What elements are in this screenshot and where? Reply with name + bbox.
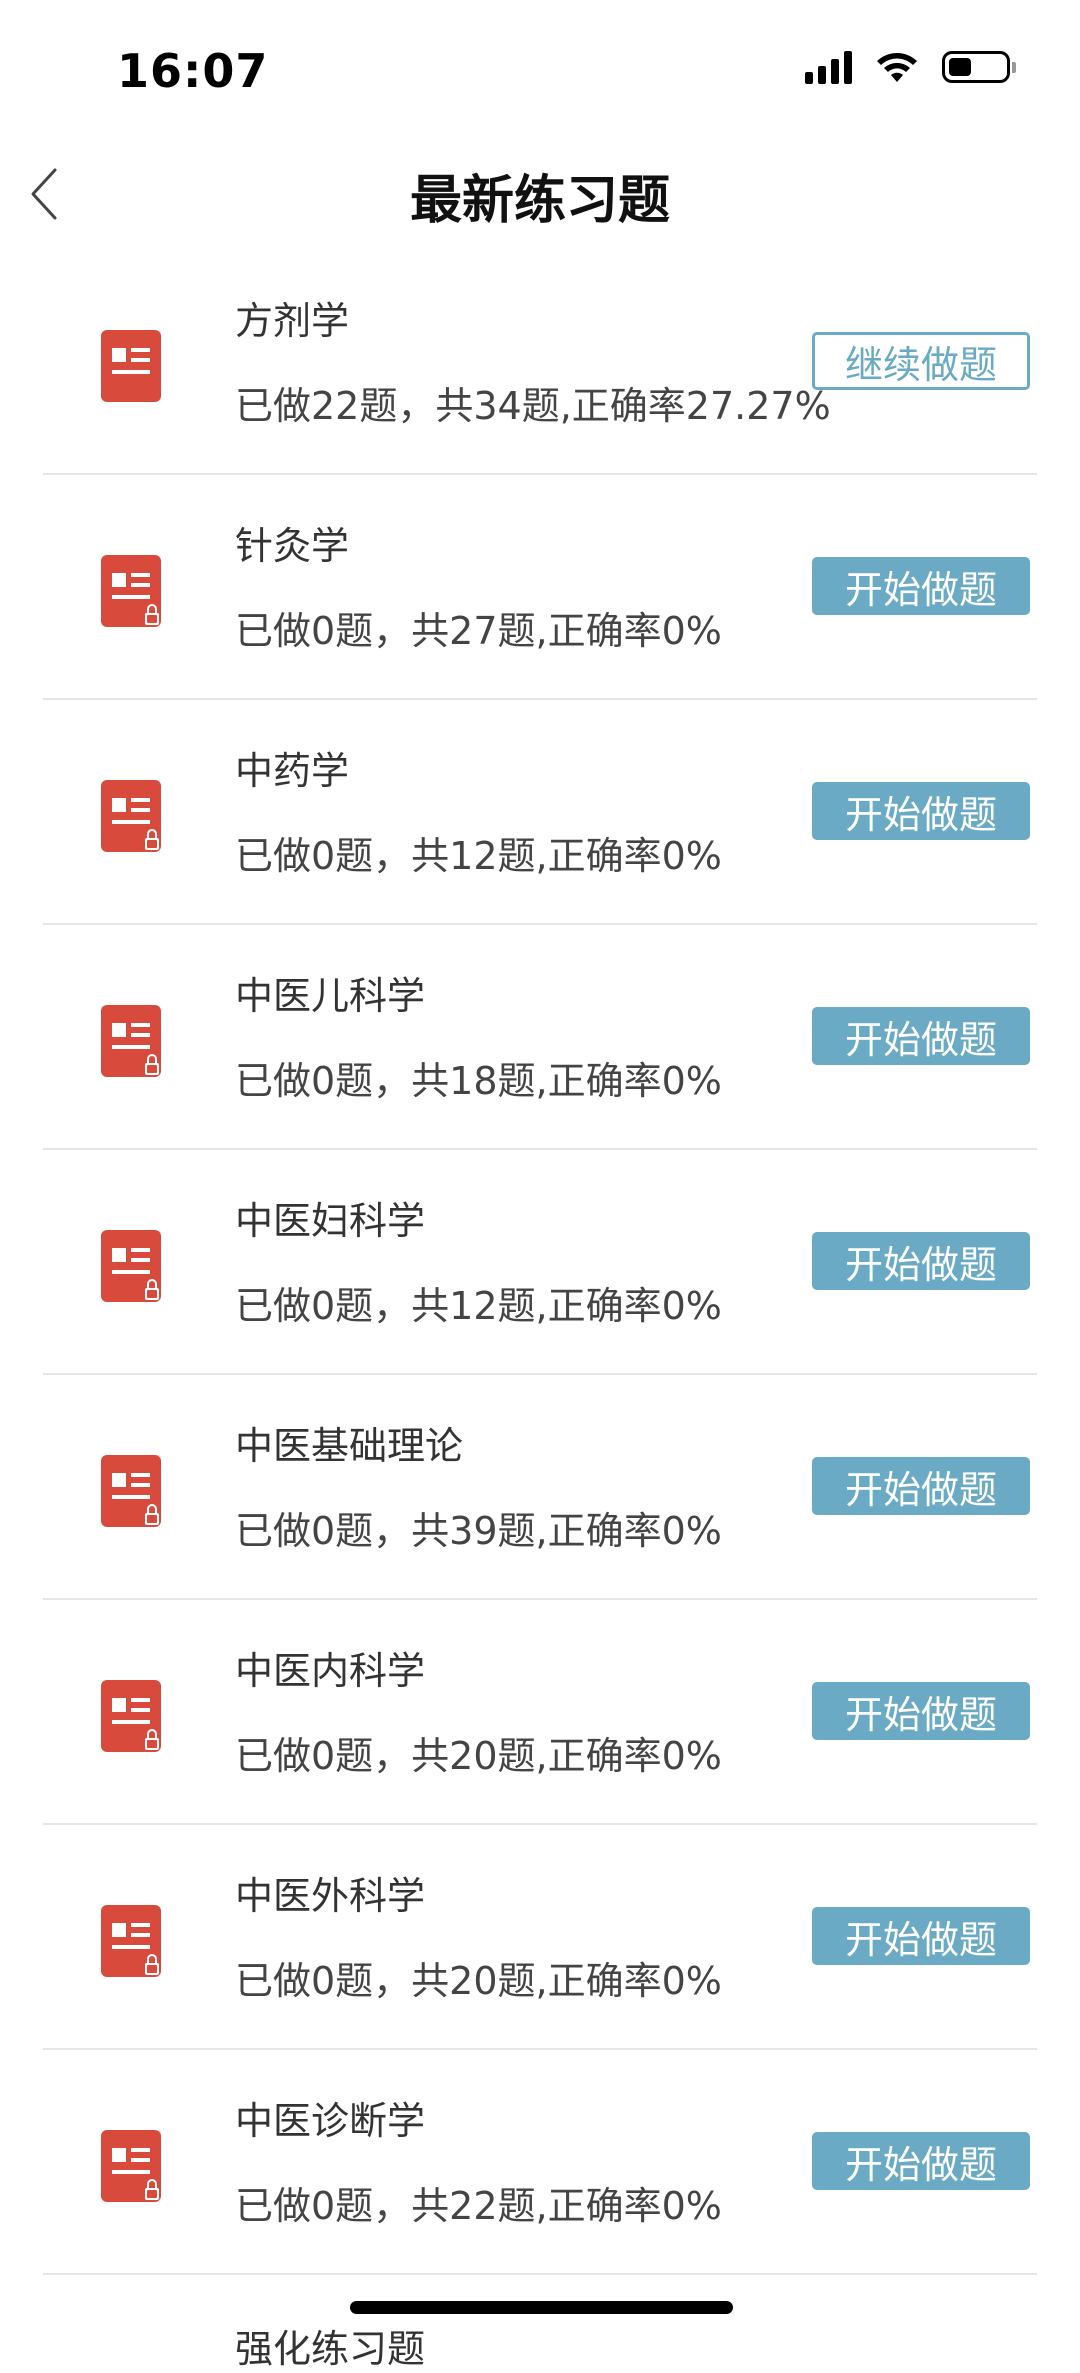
exercise-doc-icon (101, 2130, 161, 2202)
item-title: 中药学 (235, 749, 350, 793)
exercise-doc-icon (101, 1905, 161, 1977)
navigation-bar: 最新练习题 (0, 140, 1080, 250)
battery-icon (942, 51, 1016, 83)
list-item[interactable]: 中药学 已做0题，共12题,正确率0% 开始做题 (43, 700, 1037, 925)
item-stats: 已做0题，共20题,正确率0% (235, 1734, 722, 1778)
wifi-icon (877, 53, 917, 82)
item-stats: 已做0题，共20题,正确率0% (235, 1959, 722, 2003)
list-item[interactable]: 中医儿科学 已做0题，共18题,正确率0% 开始做题 (43, 925, 1037, 1150)
list-item[interactable]: 中医诊断学 已做0题，共22题,正确率0% 开始做题 (43, 2050, 1037, 2275)
item-title: 中医儿科学 (235, 974, 426, 1018)
exercise-doc-icon (101, 1455, 161, 1527)
item-stats: 已做22题，共34题,正确率27.27% (235, 384, 831, 428)
exercise-doc-icon (101, 330, 161, 402)
cellular-signal-icon (805, 50, 852, 84)
list-item[interactable]: 中医内科学 已做0题，共20题,正确率0% 开始做题 (43, 1600, 1037, 1825)
list-item[interactable]: 中医基础理论 已做0题，共39题,正确率0% 开始做题 (43, 1375, 1037, 1600)
list-item[interactable]: 中医外科学 已做0题，共20题,正确率0% 开始做题 (43, 1825, 1037, 2050)
status-time: 16:07 (117, 44, 269, 98)
exercise-doc-icon (101, 780, 161, 852)
start-practice-button[interactable]: 开始做题 (812, 782, 1030, 840)
start-practice-button[interactable]: 开始做题 (812, 1007, 1030, 1065)
battery-level (949, 58, 971, 76)
start-practice-button[interactable]: 开始做题 (812, 1232, 1030, 1290)
page-title: 最新练习题 (409, 171, 670, 231)
item-title: 方剂学 (235, 299, 350, 343)
status-icons (805, 50, 1016, 84)
item-stats: 已做0题，共12题,正确率0% (235, 1284, 722, 1328)
item-stats: 已做0题，共27题,正确率0% (235, 609, 722, 653)
item-title: 中医内科学 (235, 1649, 426, 1693)
exercise-list: 方剂学 已做22题，共34题,正确率27.27% 继续做题 针灸学 已做0题，共… (0, 250, 1080, 2275)
start-practice-button[interactable]: 开始做题 (812, 2132, 1030, 2190)
start-practice-button[interactable]: 开始做题 (812, 1907, 1030, 1965)
start-practice-button[interactable]: 开始做题 (812, 557, 1030, 615)
item-stats: 已做0题，共22题,正确率0% (235, 2184, 722, 2228)
list-item-peek-title: 强化练习题 (235, 2327, 426, 2371)
item-title: 中医妇科学 (235, 1199, 426, 1243)
list-item[interactable]: 方剂学 已做22题，共34题,正确率27.27% 继续做题 (43, 250, 1037, 475)
exercise-doc-icon (101, 1230, 161, 1302)
item-stats: 已做0题，共39题,正确率0% (235, 1509, 722, 1553)
item-stats: 已做0题，共18题,正确率0% (235, 1059, 722, 1103)
item-title: 中医外科学 (235, 1874, 426, 1918)
continue-practice-button[interactable]: 继续做题 (812, 332, 1030, 390)
item-title: 中医基础理论 (235, 1424, 464, 1468)
exercise-doc-icon (101, 555, 161, 627)
item-title: 针灸学 (235, 524, 350, 568)
start-practice-button[interactable]: 开始做题 (812, 1682, 1030, 1740)
item-stats: 已做0题，共12题,正确率0% (235, 834, 722, 878)
exercise-doc-icon (101, 1005, 161, 1077)
item-title: 中医诊断学 (235, 2099, 426, 2143)
battery-tip (1012, 62, 1016, 73)
exercise-doc-icon (101, 1680, 161, 1752)
home-indicator (350, 2301, 733, 2314)
start-practice-button[interactable]: 开始做题 (812, 1457, 1030, 1515)
list-item[interactable]: 针灸学 已做0题，共27题,正确率0% 开始做题 (43, 475, 1037, 700)
status-bar: 16:07 (0, 0, 1080, 140)
list-item[interactable]: 中医妇科学 已做0题，共12题,正确率0% 开始做题 (43, 1150, 1037, 1375)
